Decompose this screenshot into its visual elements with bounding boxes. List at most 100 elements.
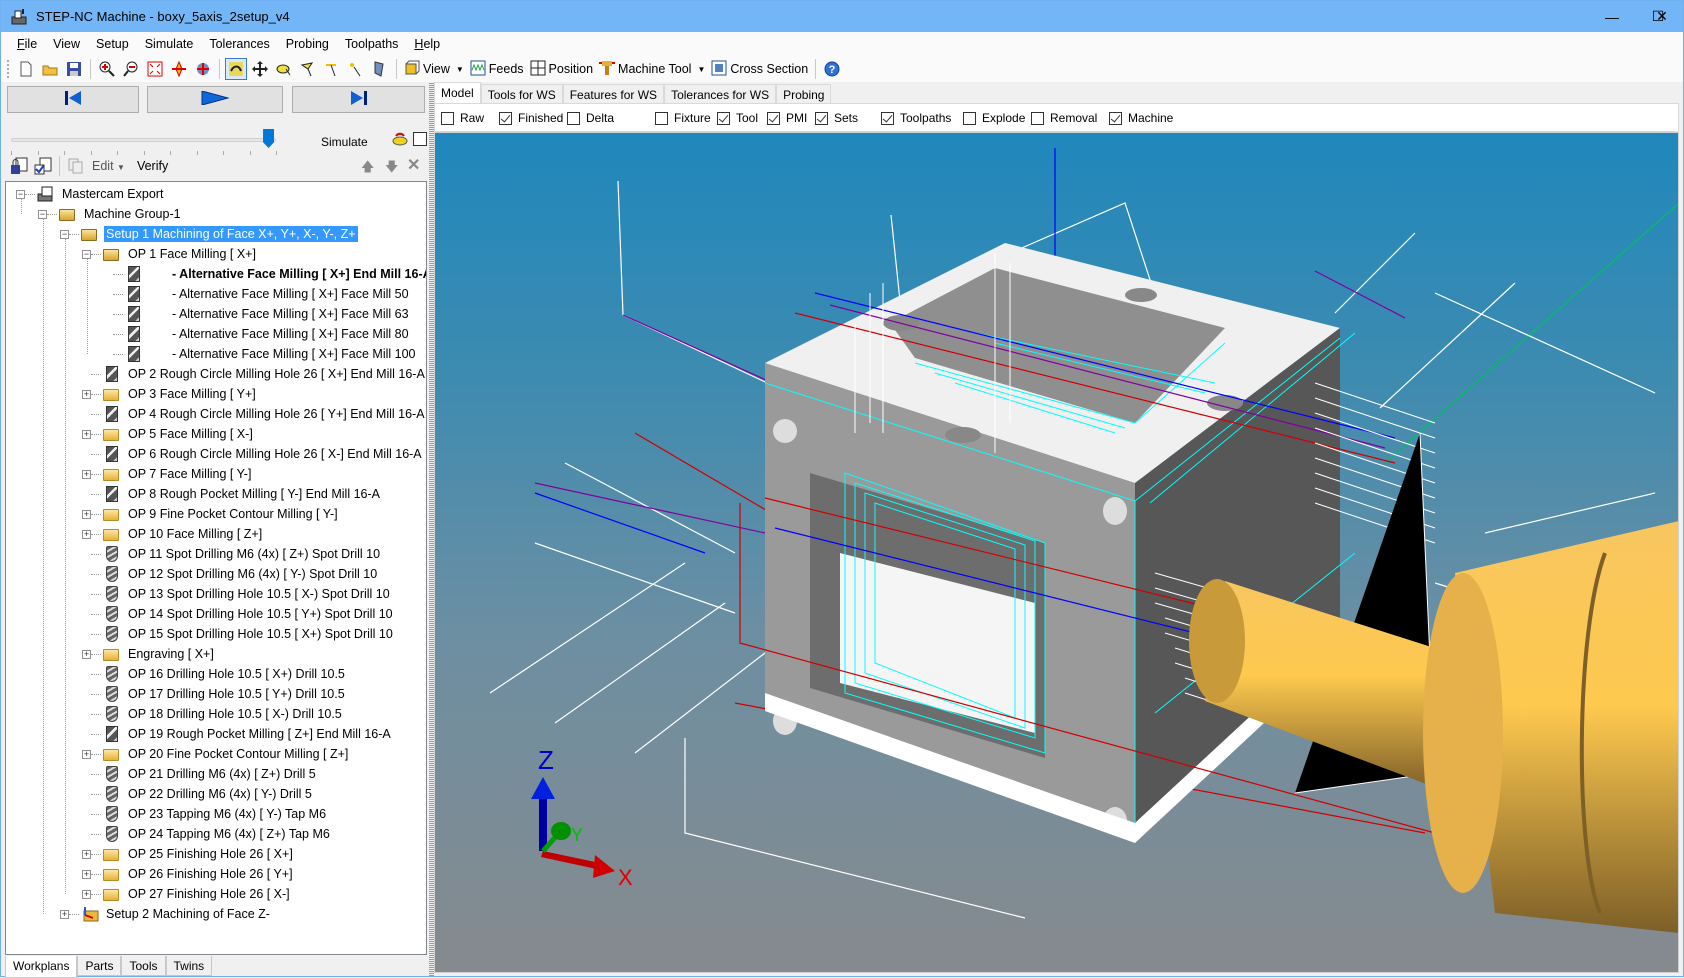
expand-icon[interactable]: + [82,849,91,859]
tree-item[interactable]: + Engraving [ X+] [82,644,216,664]
checkbox-unchecked-icon[interactable] [655,111,668,125]
tree-item[interactable]: + OP 3 Face Milling [ Y+] [82,384,258,404]
menu-help[interactable]: Help [406,37,448,51]
tree-item[interactable]: + OP 9 Fine Pocket Contour Milling [ Y-] [82,504,340,524]
checkbox-checked-icon[interactable] [1109,111,1122,125]
tree-item[interactable]: + OP 25 Finishing Hole 26 [ X+] [82,844,295,864]
minimize-button[interactable]: — [1589,1,1635,32]
menu-simulate[interactable]: Simulate [137,37,202,51]
checkbox-machine[interactable]: Machine [1109,111,1173,125]
tree-item[interactable]: OP 19 Rough Pocket Milling [ Z+] End Mil… [82,724,393,744]
checkbox-unchecked-icon[interactable] [567,111,580,125]
tree-item[interactable]: OP 24 Tapping M6 (4x) [ Z+) Tap M6 [82,824,332,844]
tree-item[interactable]: - Alternative Face Milling [ X+] Face Mi… [104,304,411,324]
simulation-slider-track[interactable] [11,138,276,142]
expand-icon[interactable]: + [82,749,91,759]
workplan-tree[interactable]: − Mastercam Export − Machine Group-1− Setup … [5,181,427,955]
checkbox-finished[interactable]: Finished [499,111,563,125]
tab-parts[interactable]: Parts [77,956,122,976]
tree-item[interactable]: − Mastercam Export [16,184,165,204]
tree-item[interactable]: − Setup 1 Machining of Face X+, Y+, X-, Y… [60,224,358,244]
tree-item[interactable]: OP 17 Drilling Hole 10.5 [ Y+) Drill 10.… [82,684,347,704]
open-folder-icon[interactable] [39,58,61,80]
tree-item[interactable]: OP 11 Spot Drilling M6 (4x) [ Z+) Spot D… [82,544,382,564]
checked-document-icon[interactable] [32,155,54,177]
step-forward-button[interactable] [292,86,425,113]
tree-item[interactable]: + OP 5 Face Milling [ X-] [82,424,255,444]
tree-item[interactable]: + OP 27 Finishing Hole 26 [ X-] [82,884,292,904]
tree-item[interactable]: OP 15 Spot Drilling Hole 10.5 [ X+) Spot… [82,624,395,644]
tree-item[interactable]: - Alternative Face Milling [ X+] Face Mi… [104,284,411,304]
simulate-checkbox[interactable] [413,132,427,146]
machine-tool-dropdown[interactable]: Machine Tool ▼ [596,58,708,80]
pick-tool-icon[interactable] [369,58,391,80]
checkbox-toolpaths[interactable]: Toolpaths [881,111,951,125]
simulate-options-icon[interactable] [392,132,408,146]
checkbox-delta[interactable]: Delta [567,111,614,125]
tab-twins[interactable]: Twins [165,956,213,976]
position-button[interactable]: Position [527,58,596,80]
tab-tools[interactable]: Tools [121,956,166,976]
tab-tools-for-ws[interactable]: Tools for WS [480,84,563,103]
tab-probing[interactable]: Probing [776,84,832,103]
tree-item[interactable]: OP 18 Drilling Hole 10.5 [ X-) Drill 10.… [82,704,344,724]
tree-item[interactable]: OP 22 Drilling M6 (4x) [ Y-) Drill 5 [82,784,314,804]
pick-edge-icon[interactable] [321,58,343,80]
pan-icon[interactable] [249,58,271,80]
tab-tolerances-for-ws[interactable]: Tolerances for WS [664,84,777,103]
new-file-icon[interactable] [15,58,37,80]
expand-icon[interactable]: + [82,889,91,899]
checkbox-sets[interactable]: Sets [815,111,858,125]
menu-view[interactable]: View [45,37,88,51]
checkbox-checked-icon[interactable] [767,111,780,125]
checkbox-checked-icon[interactable] [499,111,512,125]
expand-icon[interactable]: + [82,529,91,539]
expand-icon[interactable]: + [60,909,69,919]
tree-item[interactable]: + Setup 2 Machining of Face Z- [60,904,272,924]
checkbox-fixture[interactable]: Fixture [655,111,711,125]
select-icon[interactable] [273,58,295,80]
play-button[interactable] [147,86,283,113]
tree-item[interactable]: OP 6 Rough Circle Milling Hole 26 [ X-] … [82,444,424,464]
expand-icon[interactable]: + [82,649,91,659]
tree-item[interactable]: - Alternative Face Milling [ X+] Face Mi… [104,324,411,344]
expand-icon[interactable]: + [82,869,91,879]
checkbox-checked-icon[interactable] [815,111,828,125]
skip-to-start-button[interactable] [7,86,139,113]
expand-icon[interactable]: + [82,469,91,479]
tree-item[interactable]: OP 14 Spot Drilling Hole 10.5 [ Y+) Spot… [82,604,395,624]
tree-item[interactable]: OP 12 Spot Drilling M6 (4x) [ Y-) Spot D… [82,564,379,584]
checkbox-raw[interactable]: Raw [441,111,484,125]
checkbox-unchecked-icon[interactable] [1031,111,1044,125]
tab-model[interactable]: Model [434,82,481,103]
tree-item[interactable]: + OP 26 Finishing Hole 26 [ Y+] [82,864,295,884]
tree-item[interactable]: OP 8 Rough Pocket Milling [ Y-] End Mill… [82,484,382,504]
close-button[interactable]: ✕ [1639,1,1684,32]
checkbox-removal[interactable]: Removal [1031,111,1097,125]
tree-item[interactable]: OP 2 Rough Circle Milling Hole 26 [ X+] … [82,364,426,384]
pick-icon[interactable] [297,58,319,80]
save-icon[interactable] [63,58,85,80]
zoom-out-icon[interactable] [120,58,142,80]
spin-view-icon[interactable] [225,58,247,80]
lock-document-icon[interactable] [8,155,30,177]
3d-viewport[interactable]: Z Y X [434,132,1679,973]
expand-icon[interactable]: + [82,429,91,439]
tree-item[interactable]: OP 16 Drilling Hole 10.5 [ X+) Drill 10.… [82,664,347,684]
feeds-button[interactable]: Feeds [467,58,527,80]
cross-section-button[interactable]: Cross Section [708,58,811,80]
tree-item[interactable]: OP 21 Drilling M6 (4x) [ Z+) Drill 5 [82,764,318,784]
tree-item[interactable]: - Alternative Face Milling [ X+] Face Mi… [104,344,418,364]
move-up-icon[interactable]: 🡅 [361,158,374,180]
menu-file[interactable]: File [9,37,45,51]
menu-probing[interactable]: Probing [278,37,337,51]
menu-tolerances[interactable]: Tolerances [201,37,277,51]
tab-workplans[interactable]: Workplans [5,956,78,978]
checkbox-unchecked-icon[interactable] [963,111,976,125]
menu-setup[interactable]: Setup [88,37,137,51]
help-icon[interactable]: ? [821,58,843,80]
checkbox-checked-icon[interactable] [717,111,730,125]
menu-toolpaths[interactable]: Toolpaths [337,37,407,51]
zoom-fit-icon[interactable] [144,58,166,80]
checkbox-tool[interactable]: Tool [717,111,758,125]
